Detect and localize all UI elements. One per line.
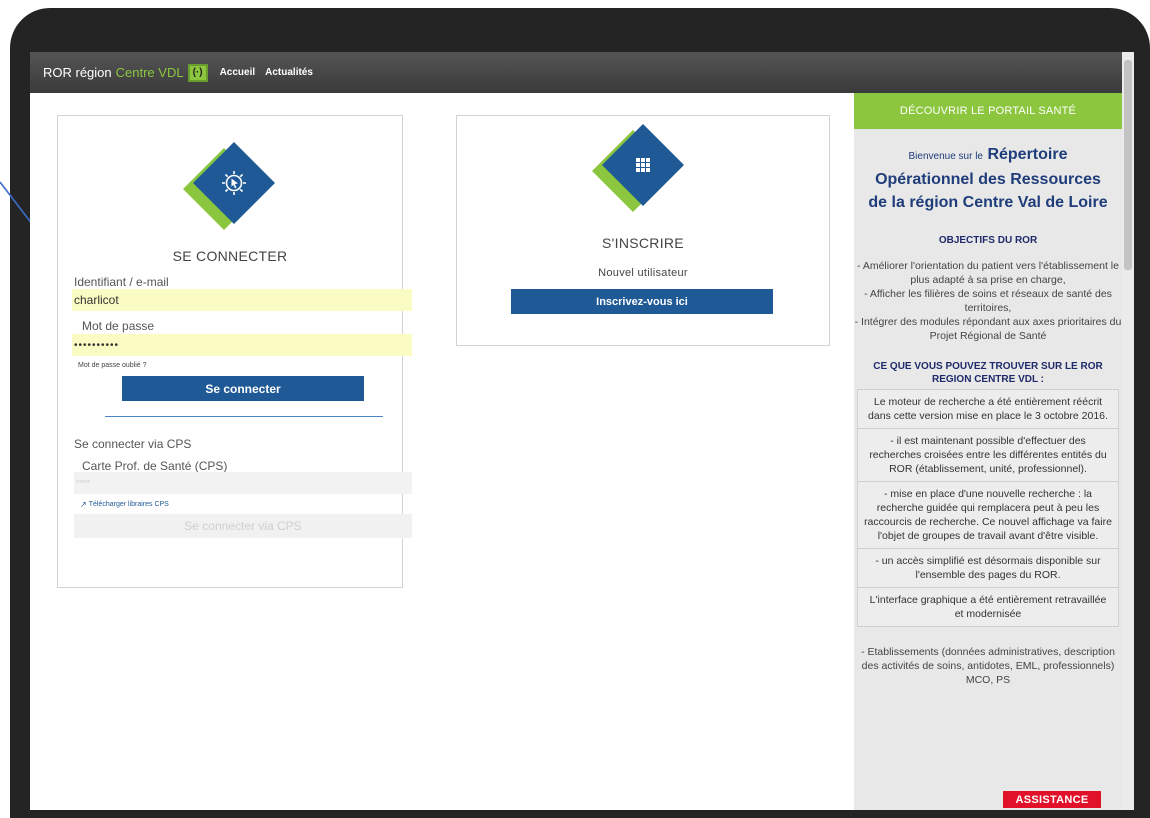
identifier-field[interactable]: charlicot [72, 289, 412, 311]
signup-subtitle: Nouvel utilisateur [598, 267, 688, 279]
objectives-title: OBJECTIFS DU ROR [938, 235, 1038, 246]
objective-item: - Afficher les filières de soins et rése… [864, 288, 1112, 314]
info-box: Le moteur de recherche a été entièrement… [857, 389, 1119, 429]
scrollbar[interactable] [1122, 52, 1134, 810]
brand-accent: Centre VDL [115, 65, 184, 80]
login-emblem [182, 141, 276, 231]
divider [105, 416, 383, 417]
info-box: - un accès simplifié est désormais dispo… [857, 549, 1119, 588]
nav-link-accueil[interactable]: Accueil [220, 67, 256, 78]
welcome-pre: Bienvenue sur le [908, 151, 984, 162]
cps-download-link[interactable]: ↗ Télécharger libraires CPS [80, 500, 169, 509]
signup-title: S'INSCRIRE [602, 235, 684, 251]
signup-panel: S'INSCRIRE Nouvel utilisateur Inscrivez-… [456, 115, 830, 346]
welcome-line3: de la région Centre Val de Loire [868, 194, 1108, 211]
discover-portal-link[interactable]: DÉCOUVRIR LE PORTAIL SANTÉ [854, 93, 1122, 129]
password-label: Mot de passe [82, 319, 155, 333]
top-navbar: ROR région Centre VDL (·) Accueil Actual… [30, 52, 1122, 93]
brand-logo-icon: (·) [187, 63, 208, 82]
cps-pin-field[interactable]: **** [74, 472, 412, 494]
cps-label: Carte Prof. de Santé (CPS) [82, 459, 228, 473]
objective-item: - Améliorer l'orientation du patient ver… [857, 260, 1119, 286]
welcome-line1: Répertoire [987, 146, 1068, 163]
brand[interactable]: ROR région Centre VDL (·) [43, 63, 208, 82]
login-title: SE CONNECTER [172, 248, 288, 264]
find-title: CE QUE VOUS POUVEZ TROUVER SUR LE ROR RE… [873, 361, 1103, 385]
scrollbar-thumb[interactable] [1124, 60, 1132, 270]
nav-link-actualites[interactable]: Actualités [265, 67, 313, 78]
assistance-button[interactable]: ASSISTANCE [1003, 791, 1101, 808]
info-box: L'interface graphique a été entièrement … [857, 588, 1119, 627]
browser-viewport: ROR région Centre VDL (·) Accueil Actual… [30, 52, 1134, 810]
welcome-text: Bienvenue sur le Répertoire Opérationnel… [854, 143, 1122, 214]
objectives-list: - Améliorer l'orientation du patient ver… [854, 259, 1122, 343]
welcome-line2: Opérationnel des Ressources [875, 171, 1101, 188]
info-box: - il est maintenant possible d'effectuer… [857, 429, 1119, 482]
brand-prefix: ROR région [43, 65, 112, 80]
external-link-icon: ↗ [80, 500, 87, 509]
signup-button[interactable]: Inscrivez-vous ici [511, 289, 773, 314]
login-button[interactable]: Se connecter [122, 376, 364, 401]
footer-text: - Etablissements (données administrative… [861, 646, 1115, 686]
identifier-label: Identifiant / e-mail [74, 275, 169, 289]
portal-sidebar: DÉCOUVRIR LE PORTAIL SANTÉ Bienvenue sur… [854, 93, 1122, 810]
grid-icon [614, 136, 672, 194]
password-field[interactable]: •••••••••• [72, 334, 412, 356]
login-panel: SE CONNECTER Identifiant / e-mail charli… [57, 115, 412, 588]
cps-heading: Se connecter via CPS [74, 437, 192, 451]
cursor-gear-icon [205, 154, 263, 212]
forgot-password-link[interactable]: Mot de passe oublié ? [78, 362, 147, 369]
cps-download-label: Télécharger libraires CPS [88, 501, 169, 508]
info-box: - mise en place d'une nouvelle recherche… [857, 482, 1119, 549]
cps-login-button[interactable]: Se connecter via CPS [74, 514, 412, 538]
signup-emblem [591, 123, 685, 213]
objective-item: - Intégrer des modules répondant aux axe… [854, 316, 1122, 342]
